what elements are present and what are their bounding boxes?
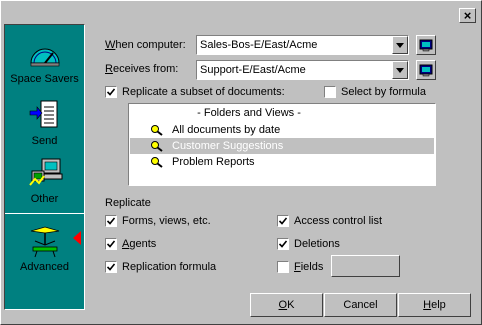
sidebar-divider <box>5 213 84 214</box>
sidebar-item-other[interactable]: Other <box>5 155 84 206</box>
deletions-label: Deletions <box>294 238 340 250</box>
receives-from-combo[interactable]: Support-E/East/Acme <box>196 60 409 80</box>
list-item[interactable]: All documents by date <box>130 122 434 138</box>
close-button[interactable]: × <box>459 8 476 23</box>
send-document-icon <box>5 97 84 135</box>
list-item[interactable]: Customer Suggestions <box>130 138 434 154</box>
fields-label: Fields <box>294 261 324 273</box>
checkbox-box[interactable] <box>277 261 289 273</box>
fields-select-button[interactable] <box>331 255 400 277</box>
replication-formula-label: Replication formula <box>122 261 217 273</box>
checkbox-box[interactable] <box>105 86 117 98</box>
gauge-icon <box>5 39 84 73</box>
search-view-icon <box>150 156 166 168</box>
replication-settings-dialog: × Space Savers Send Other Advanced When … <box>0 0 482 325</box>
sidebar-item-label: Other <box>30 193 59 205</box>
forms-views-checkbox[interactable]: Forms, views, etc. <box>105 215 211 227</box>
address-book-icon <box>419 64 433 76</box>
sidebar: Space Savers Send Other Advanced <box>4 24 85 310</box>
receives-from-value: Support-E/East/Acme <box>200 64 306 76</box>
address-book-icon <box>419 39 433 51</box>
receives-from-dropdown-button[interactable] <box>392 61 408 79</box>
checkmark-icon <box>107 263 115 271</box>
other-computer-icon <box>5 155 84 193</box>
agents-label: Agents <box>122 238 157 250</box>
checkbox-box[interactable] <box>324 86 336 98</box>
access-control-list-checkbox[interactable]: Access control list <box>277 215 382 227</box>
cancel-button[interactable]: Cancel <box>324 293 397 317</box>
sidebar-item-space-savers[interactable]: Space Savers <box>5 39 84 86</box>
sidebar-item-send[interactable]: Send <box>5 97 84 148</box>
chevron-down-icon <box>396 67 404 73</box>
checkmark-icon <box>107 240 115 248</box>
forms-views-label: Forms, views, etc. <box>122 215 211 227</box>
checkmark-icon <box>279 217 287 225</box>
checkbox-box[interactable] <box>105 238 117 250</box>
list-header: - Folders and Views - <box>197 107 301 119</box>
replicate-section-title: Replicate <box>105 197 151 209</box>
sidebar-item-advanced[interactable]: Advanced <box>5 221 84 274</box>
when-computer-dropdown-button[interactable] <box>392 36 408 54</box>
checkmark-icon <box>107 217 115 225</box>
when-computer-address-book-button[interactable] <box>416 35 436 55</box>
checkbox-box[interactable] <box>105 261 117 273</box>
receives-from-label: Receives from: <box>105 63 179 75</box>
fields-checkbox[interactable]: Fields <box>277 261 323 273</box>
chevron-down-icon <box>396 42 404 48</box>
agents-checkbox[interactable]: Agents <box>105 238 156 250</box>
checkbox-box[interactable] <box>277 238 289 250</box>
search-view-icon <box>150 140 166 152</box>
when-computer-value: Sales-Bos-E/East/Acme <box>200 39 318 51</box>
checkmark-icon <box>107 88 115 96</box>
help-button[interactable]: Help <box>398 293 471 317</box>
checkbox-box[interactable] <box>277 215 289 227</box>
replicate-subset-checkbox[interactable]: Replicate a subset of documents: <box>105 86 285 98</box>
search-view-icon <box>150 124 166 136</box>
when-computer-combo[interactable]: Sales-Bos-E/East/Acme <box>196 35 409 55</box>
deletions-checkbox[interactable]: Deletions <box>277 238 340 250</box>
advanced-antenna-icon <box>5 221 84 261</box>
when-computer-label: When computer: <box>105 39 186 51</box>
sidebar-item-label: Space Savers <box>10 73 79 85</box>
access-control-list-label: Access control list <box>294 215 383 227</box>
list-item[interactable]: Problem Reports <box>130 154 434 170</box>
sidebar-item-label: Send <box>31 135 58 147</box>
checkbox-box[interactable] <box>105 215 117 227</box>
folders-views-list[interactable]: - Folders and Views - All documents by d… <box>128 103 436 186</box>
selected-arrow-icon <box>73 231 81 245</box>
close-icon: × <box>463 8 472 23</box>
replication-formula-checkbox[interactable]: Replication formula <box>105 261 216 273</box>
replicate-subset-label: Replicate a subset of documents: <box>122 86 285 98</box>
checkmark-icon <box>279 240 287 248</box>
receives-from-address-book-button[interactable] <box>416 60 436 80</box>
sidebar-item-label: Advanced <box>20 261 69 273</box>
ok-button[interactable]: OK <box>250 293 323 317</box>
select-by-formula-checkbox[interactable]: Select by formula <box>324 86 426 98</box>
select-by-formula-label: Select by formula <box>341 86 426 98</box>
